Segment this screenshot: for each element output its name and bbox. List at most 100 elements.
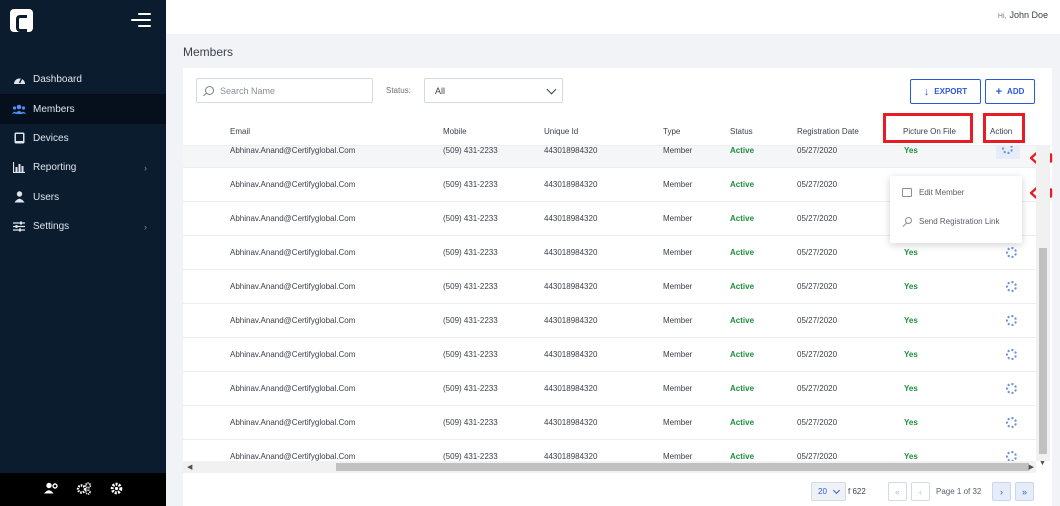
menu-toggle-icon[interactable] [131,13,151,27]
sidebar-item-label: Dashboard [33,74,82,86]
total-records: f 622 [848,487,866,496]
tablet-icon [12,132,26,144]
cell-email: Abhinav.Anand@Certifyglobal.Com [230,316,356,325]
gear-icon[interactable] [110,482,123,498]
column-header-unique-id[interactable]: Unique Id [544,127,578,136]
page-size-select[interactable]: 20 [811,482,846,501]
scroll-right-icon[interactable]: ▶ [1029,463,1034,471]
cell-type: Member [663,316,693,325]
cell-mobile: (509) 431-2233 [443,248,498,257]
table-row[interactable]: Abhinav.Anand@Certifyglobal.Com (509) 431… [183,372,1039,406]
add-button-label: ADD [1007,87,1025,96]
cell-unique-id: 443018984320 [544,418,598,427]
user-name: John Doe [1009,10,1048,20]
vertical-scroll-thumb[interactable] [1039,248,1047,454]
column-header-email[interactable]: Email [230,127,250,136]
cell-unique-id: 443018984320 [544,350,598,359]
user-greeting[interactable]: Hi, John Doe [998,10,1048,20]
horizontal-scrollbar[interactable]: ◀ ▶ [183,461,1036,473]
table-row[interactable]: Abhinav.Anand@Certifyglobal.Com (509) 431… [183,406,1039,440]
cell-unique-id: 443018984320 [544,282,598,291]
status-badge: Active [730,418,755,427]
double-chevron-right-icon: » [1021,486,1027,497]
cell-picture-on-file: Yes [904,282,918,291]
table-row[interactable]: Abhinav.Anand@Certifyglobal.Com (509) 431… [183,440,1039,462]
table-row[interactable]: Abhinav.Anand@Certifyglobal.Com (509) 431… [183,146,1039,168]
table-row[interactable]: Abhinav.Anand@Certifyglobal.Com (509) 431… [183,338,1039,372]
search-box[interactable] [196,78,373,103]
chevron-right-icon: › [1000,486,1003,497]
cell-email: Abhinav.Anand@Certifyglobal.Com [230,350,356,359]
horizontal-scroll-thumb[interactable] [336,463,1029,471]
column-header-status[interactable]: Status [730,127,753,136]
sliders-icon [12,221,26,233]
sidebar-item-reporting[interactable]: Reporting › [0,153,166,182]
cell-picture-on-file: Yes [904,248,918,257]
sidebar-item-label: Devices [33,132,69,144]
table-row[interactable]: Abhinav.Anand@Certifyglobal.Com (509) 431… [183,270,1039,304]
chevron-left-icon: ‹ [919,486,922,497]
row-action-button[interactable] [996,146,1020,159]
cell-unique-id: 443018984320 [544,384,598,393]
send-registration-link-menu-item[interactable]: Send Registration Link [890,207,1022,236]
status-badge: Active [730,350,755,359]
gear-icon[interactable] [1006,417,1017,428]
sidebar-item-label: Users [33,191,60,203]
cell-mobile: (509) 431-2233 [443,214,498,223]
sidebar-item-label: Settings [33,221,70,233]
cell-mobile: (509) 431-2233 [443,282,498,291]
sidebar-footer [0,473,166,506]
column-header-registration-date[interactable]: Registration Date [797,127,859,136]
user-settings-icon[interactable] [43,482,58,497]
status-filter-select[interactable]: All [424,78,563,103]
cell-registration-date: 05/27/2020 [797,282,838,291]
prev-page-button[interactable]: ‹ [911,482,930,501]
sidebar-nav: Dashboard Members Devices Reporting › Us… [0,65,166,241]
app-logo[interactable] [10,9,33,32]
add-button[interactable]: + ADD [985,79,1035,104]
cell-registration-date: 05/27/2020 [797,180,838,189]
first-page-button[interactable]: « [888,482,907,501]
cell-registration-date: 05/27/2020 [797,146,838,155]
cell-type: Member [663,146,693,155]
gear-icon[interactable] [1006,247,1017,258]
scroll-left-icon[interactable]: ◀ [187,463,192,471]
chevron-down-icon [546,84,557,95]
cogs-icon[interactable] [76,481,92,498]
sidebar-item-devices[interactable]: Devices [0,124,166,153]
next-page-button[interactable]: › [992,482,1011,501]
cell-email: Abhinav.Anand@Certifyglobal.Com [230,384,356,393]
action-highlight [983,113,1025,143]
cell-type: Member [663,248,693,257]
page-indicator: Page 1 of 32 [936,487,982,496]
cell-picture-on-file: Yes [904,350,918,359]
export-button[interactable]: ↓ EXPORT [910,79,981,104]
sidebar-item-settings[interactable]: Settings › [0,212,166,241]
cell-picture-on-file: Yes [904,384,918,393]
gear-icon[interactable] [1006,315,1017,326]
gear-icon[interactable] [1006,349,1017,360]
status-badge: Active [730,248,755,257]
edit-member-menu-item[interactable]: Edit Member [890,178,1022,207]
cell-email: Abhinav.Anand@Certifyglobal.Com [230,248,356,257]
cell-registration-date: 05/27/2020 [797,316,838,325]
search-input[interactable] [220,85,360,96]
cell-email: Abhinav.Anand@Certifyglobal.Com [230,418,356,427]
cell-unique-id: 443018984320 [544,452,598,461]
sidebar-item-members[interactable]: Members [0,94,166,124]
gear-icon[interactable] [1006,281,1017,292]
scroll-down-icon[interactable]: ▼ [1039,460,1046,467]
last-page-button[interactable]: » [1015,482,1034,501]
double-chevron-left-icon: « [894,486,900,497]
sidebar-item-dashboard[interactable]: Dashboard [0,65,166,94]
table-row[interactable]: Abhinav.Anand@Certifyglobal.Com (509) 431… [183,304,1039,338]
status-badge: Active [730,214,755,223]
dashboard-icon [12,74,26,86]
column-header-type[interactable]: Type [663,127,680,136]
cell-picture-on-file: Yes [904,418,918,427]
status-badge: Active [730,452,755,461]
sidebar-item-users[interactable]: Users [0,183,166,212]
gear-icon[interactable] [1006,383,1017,394]
column-header-mobile[interactable]: Mobile [443,127,467,136]
vertical-scrollbar[interactable]: ▼ [1036,145,1050,467]
